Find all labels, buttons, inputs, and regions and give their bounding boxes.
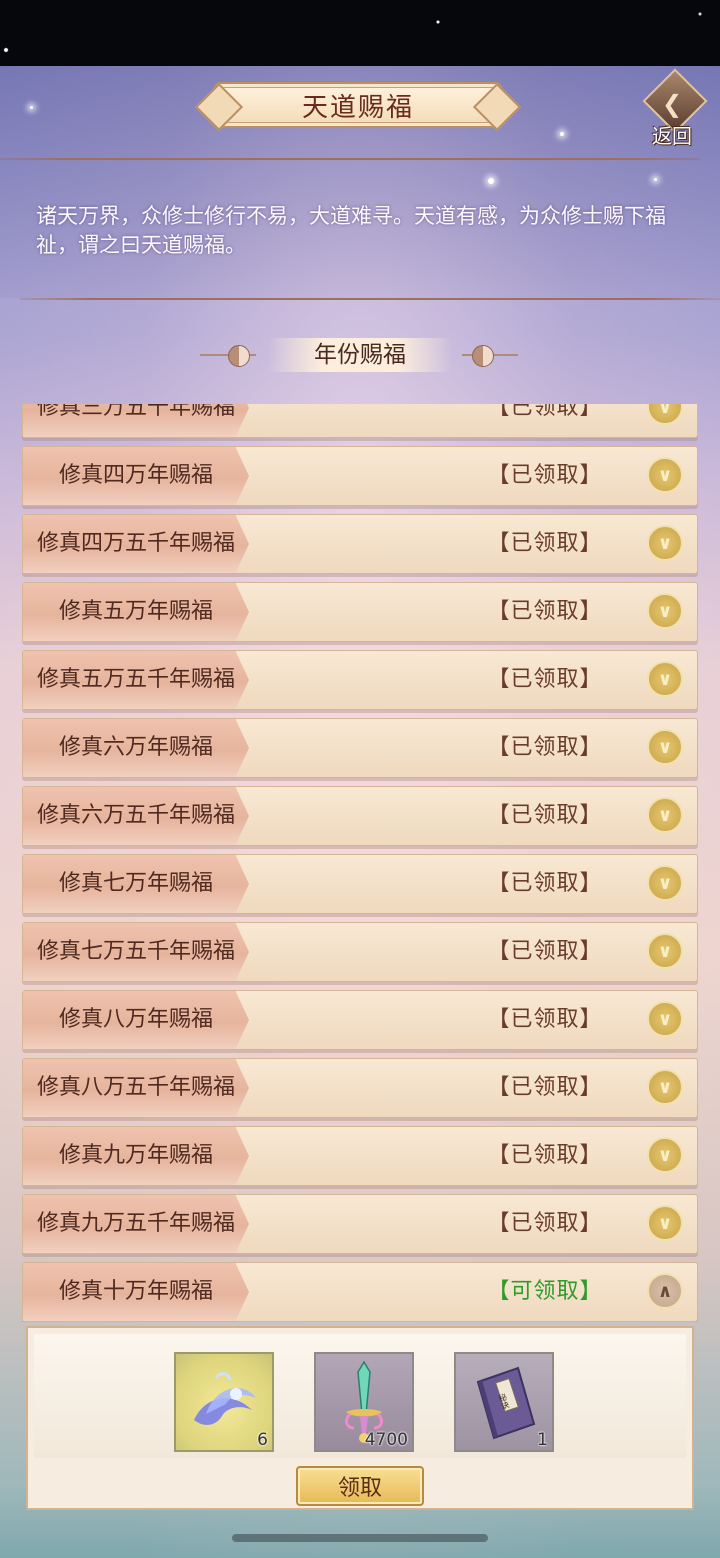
row-name: 修真六万年赐福 [58, 735, 213, 760]
home-indicator[interactable] [232, 1534, 488, 1542]
sparkle [30, 106, 33, 109]
chevron-down-icon[interactable]: ∨ [647, 1205, 683, 1241]
list-item[interactable]: 修真九万年赐福 【已领取】 ∨ [22, 1126, 698, 1186]
back-button[interactable]: ❮ 返回 [640, 68, 710, 148]
list-item[interactable]: 修真三万五千年赐福 【已领取】 ∨ [22, 404, 698, 438]
row-status: 【已领取】 [487, 667, 603, 692]
chevron-down-icon[interactable]: ∨ [647, 729, 683, 765]
chevron-down-icon[interactable]: ∨ [647, 593, 683, 629]
yin-yang-ornament-icon [462, 345, 518, 367]
item-count: 6 [257, 1430, 268, 1450]
chevron-down-icon[interactable]: ∨ [647, 661, 683, 697]
chevron-down-icon[interactable]: ∨ [647, 933, 683, 969]
row-name: 修真六万五千年赐福 [36, 803, 235, 828]
row-status: 【已领取】 [487, 1211, 603, 1236]
row-name: 修真九万五千年赐福 [36, 1211, 235, 1236]
row-status: 【已领取】 [487, 599, 603, 624]
row-name: 修真五万五千年赐福 [36, 667, 235, 692]
row-name: 修真五万年赐福 [58, 599, 213, 624]
back-arrow-icon: ❮ [662, 90, 683, 118]
list-item[interactable]: 修真八万年赐福 【已领取】 ∨ [22, 990, 698, 1050]
row-status: 【已领取】 [487, 404, 603, 420]
reward-item[interactable]: 4700 [314, 1352, 414, 1452]
section-header: 年份赐福 [0, 338, 720, 372]
list-item[interactable]: 修真五万五千年赐福 【已领取】 ∨ [22, 650, 698, 710]
row-status: 【已领取】 [487, 463, 603, 488]
sparkle [560, 132, 564, 136]
sparkle [654, 178, 657, 181]
section-title: 年份赐福 [314, 342, 406, 368]
list-item[interactable]: 修真四万五千年赐福 【已领取】 ∨ [22, 514, 698, 574]
chevron-down-icon[interactable]: ∨ [647, 797, 683, 833]
row-status: 【已领取】 [487, 1007, 603, 1032]
back-label: 返回 [652, 124, 692, 148]
row-status: 【已领取】 [487, 1143, 603, 1168]
row-name: 修真七万五千年赐福 [36, 939, 235, 964]
list-item[interactable]: 修真六万年赐福 【已领取】 ∨ [22, 718, 698, 778]
chevron-down-icon[interactable]: ∨ [647, 1001, 683, 1037]
yin-yang-ornament-icon [200, 345, 256, 367]
row-status: 【已领取】 [487, 803, 603, 828]
row-name: 修真四万年赐福 [58, 463, 213, 488]
list-item[interactable]: 修真八万五千年赐福 【已领取】 ∨ [22, 1058, 698, 1118]
row-status: 【已领取】 [487, 735, 603, 760]
list-item[interactable]: 修真九万五千年赐福 【已领取】 ∨ [22, 1194, 698, 1254]
row-name: 修真三万五千年赐福 [36, 404, 235, 420]
row-name: 修真九万年赐福 [58, 1143, 213, 1168]
list-item[interactable]: 修真六万五千年赐福 【已领取】 ∨ [22, 786, 698, 846]
row-name: 修真八万五千年赐福 [36, 1075, 235, 1100]
chevron-down-icon[interactable]: ∨ [647, 865, 683, 901]
item-count: 1 [537, 1430, 548, 1450]
reward-list[interactable]: 修真三万五千年赐福 【已领取】 ∨ 修真四万年赐福 【已领取】 ∨ 修真四万五千… [22, 404, 700, 1322]
chevron-down-icon[interactable]: ∨ [647, 457, 683, 493]
row-name: 修真十万年赐福 [58, 1279, 213, 1304]
status-bar-area [0, 0, 720, 66]
row-name: 修真四万五千年赐福 [36, 531, 235, 556]
list-item[interactable]: 修真七万年赐福 【已领取】 ∨ [22, 854, 698, 914]
intro-text: 诸天万界，众修士修行不易，大道难寻。天道有感，为众修士赐下福祉，谓之曰天道赐福。 [36, 204, 666, 257]
header-divider [0, 158, 700, 160]
page-title: 天道赐福 [214, 82, 502, 128]
reward-items-area: 6 4700 秘诀 1 [34, 1334, 686, 1458]
row-name: 修真七万年赐福 [58, 871, 213, 896]
reward-item[interactable]: 6 [174, 1352, 274, 1452]
claim-button[interactable]: 领取 [296, 1466, 424, 1506]
reward-item[interactable]: 秘诀 1 [454, 1352, 554, 1452]
row-status: 【已领取】 [487, 531, 603, 556]
row-status: 【已领取】 [487, 939, 603, 964]
chevron-down-icon[interactable]: ∨ [647, 1069, 683, 1105]
list-item[interactable]: 修真五万年赐福 【已领取】 ∨ [22, 582, 698, 642]
list-item[interactable]: 修真四万年赐福 【已领取】 ∨ [22, 446, 698, 506]
item-count: 4700 [364, 1430, 408, 1450]
chevron-down-icon[interactable]: ∨ [647, 1137, 683, 1173]
row-name: 修真八万年赐福 [58, 1007, 213, 1032]
chevron-down-icon[interactable]: ∨ [647, 404, 683, 425]
row-status: 【可领取】 [487, 1279, 603, 1304]
reward-panel: 6 4700 秘诀 1 领取 [26, 1326, 694, 1510]
chevron-down-icon[interactable]: ∨ [647, 525, 683, 561]
sparkle [488, 178, 494, 184]
intro-divider [20, 298, 720, 300]
row-status: 【已领取】 [487, 1075, 603, 1100]
list-item[interactable]: 修真七万五千年赐福 【已领取】 ∨ [22, 922, 698, 982]
chevron-up-icon[interactable]: ∧ [647, 1273, 683, 1309]
row-status: 【已领取】 [487, 871, 603, 896]
list-item-expanded[interactable]: 修真十万年赐福 【可领取】 ∧ [22, 1262, 698, 1322]
